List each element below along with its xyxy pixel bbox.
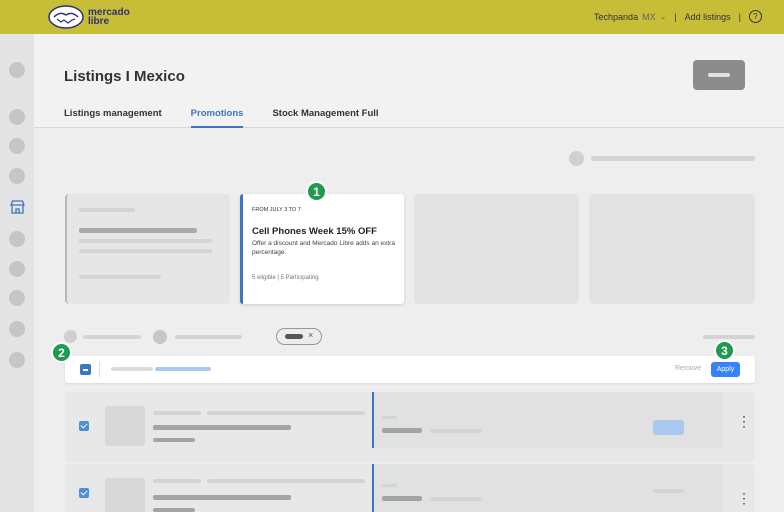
step-marker-2: 2 [51, 342, 72, 363]
select-all-checkbox[interactable] [80, 364, 91, 375]
sidebar-item[interactable] [9, 261, 25, 277]
sidebar-item[interactable] [9, 62, 25, 78]
placeholder-bar [430, 429, 482, 433]
user-name[interactable]: Techpanda [594, 12, 638, 22]
listing-row[interactable]: ⋮ [65, 464, 755, 512]
placeholder-bar [79, 239, 212, 243]
promotion-card-placeholder[interactable] [65, 194, 230, 304]
tab-promotions[interactable]: Promotions [190, 108, 243, 128]
page-title: Listings I Mexico [64, 68, 185, 85]
placeholder-link[interactable] [155, 367, 211, 371]
placeholder-bar [153, 438, 195, 442]
tab-stock-management-full[interactable]: Stock Management Full [272, 108, 378, 127]
promotion-date: FROM JULY 3 TO 7 [252, 207, 301, 213]
promotion-description: Offer a discount and Mercado Libre adds … [252, 240, 395, 256]
placeholder-bar [153, 411, 201, 415]
help-icon[interactable]: ? [749, 10, 762, 23]
primary-action-button[interactable] [693, 60, 745, 90]
store-icon[interactable] [10, 200, 25, 214]
logo-line2: libre [88, 16, 110, 27]
step-marker-3: 3 [714, 340, 735, 361]
sidebar-item[interactable] [9, 109, 25, 125]
mercadolibre-logo-icon [48, 5, 84, 29]
promotion-details-panel [372, 464, 723, 512]
row-checkbox[interactable] [79, 421, 89, 431]
close-icon[interactable]: × [308, 330, 313, 340]
remove-button[interactable]: Remove [675, 365, 701, 372]
listing-row[interactable]: ⋮ [65, 392, 755, 462]
promotion-title: Cell Phones Week 15% OFF [252, 226, 377, 237]
step-marker-1: 1 [306, 181, 327, 202]
placeholder-bar [207, 411, 365, 415]
placeholder-bar [153, 425, 291, 430]
sidebar-item[interactable] [9, 168, 25, 184]
kebab-menu-icon[interactable]: ⋮ [737, 491, 751, 505]
sidebar-item[interactable] [9, 231, 25, 247]
placeholder-radio[interactable] [64, 330, 77, 343]
tab-bar: Listings management Promotions Stock Man… [64, 108, 379, 128]
sidebar-item[interactable] [9, 290, 25, 306]
promotion-stats: 5 eligible | 5 Participating [252, 275, 319, 281]
divider [99, 362, 100, 377]
placeholder-bar [79, 208, 135, 212]
placeholder-bar [111, 367, 153, 371]
logo-text: mercado libre [88, 8, 130, 27]
placeholder-bar [591, 156, 755, 161]
row-checkbox[interactable] [79, 488, 89, 498]
placeholder-radio[interactable] [153, 330, 167, 344]
placeholder-bar [153, 479, 201, 483]
placeholder-bar [153, 495, 291, 500]
listing-thumbnail [105, 406, 145, 446]
left-sidebar [0, 34, 34, 512]
kebab-menu-icon[interactable]: ⋮ [737, 414, 751, 428]
apply-button[interactable]: Apply [711, 362, 740, 377]
placeholder-bar [207, 479, 365, 483]
filter-chip-label [285, 334, 303, 339]
placeholder-bar [153, 508, 195, 512]
placeholder-bar [83, 335, 141, 339]
divider: | [738, 11, 741, 22]
promotion-card-placeholder[interactable] [589, 194, 755, 304]
top-header: mercado libre Techpanda MX ⌄ | Add listi… [0, 0, 784, 34]
mercadolibre-logo[interactable]: mercado libre [48, 5, 130, 29]
add-listings-link[interactable]: Add listings [685, 12, 731, 22]
tab-listings-management[interactable]: Listings management [64, 108, 162, 127]
promotion-details-panel [372, 392, 723, 448]
promotion-card-placeholder[interactable] [414, 194, 579, 304]
sidebar-item[interactable] [9, 138, 25, 154]
country-code[interactable]: MX [642, 12, 656, 22]
sidebar-item[interactable] [9, 352, 25, 368]
placeholder-bar [175, 335, 242, 339]
placeholder-circle [569, 151, 584, 166]
sidebar-item[interactable] [9, 321, 25, 337]
header-account-area: Techpanda MX ⌄ | Add listings | ? [594, 10, 762, 23]
placeholder-bar [79, 249, 212, 253]
placeholder-bar [382, 428, 422, 433]
placeholder-bar [382, 484, 397, 487]
placeholder-bar [653, 489, 684, 493]
promotion-card-cell-phones-week[interactable]: FROM JULY 3 TO 7 Cell Phones Week 15% OF… [240, 194, 404, 304]
bulk-action-bar: Remove Apply [65, 356, 755, 383]
placeholder-bar [430, 497, 482, 501]
chevron-down-icon[interactable]: ⌄ [660, 12, 667, 21]
divider: | [674, 11, 677, 22]
placeholder-bar [382, 416, 397, 419]
placeholder-bar [79, 228, 197, 233]
filter-chip[interactable]: × [276, 328, 322, 345]
listing-thumbnail [105, 478, 145, 512]
placeholder-bar [382, 496, 422, 501]
placeholder-bar [703, 335, 755, 339]
status-badge[interactable] [653, 420, 684, 435]
placeholder-bar [79, 275, 161, 279]
